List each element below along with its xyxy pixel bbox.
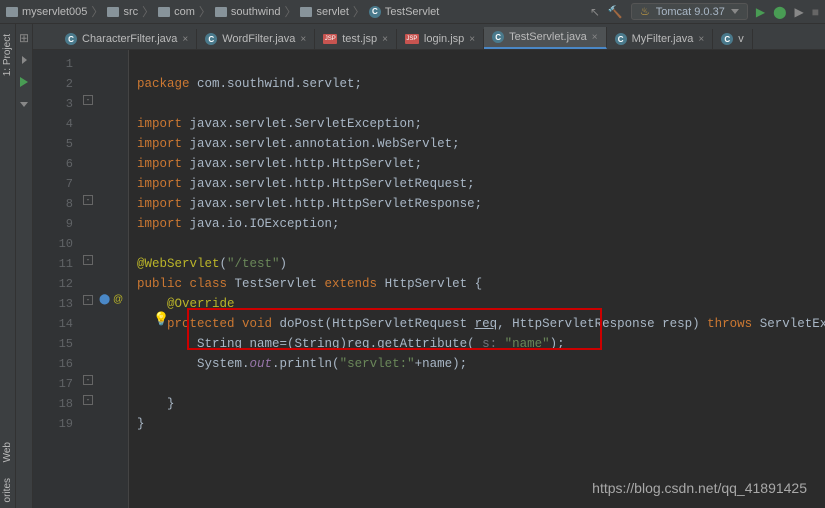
code-content[interactable]: package com.southwind.servlet; import ja… — [129, 50, 825, 508]
favorites-tool-tab[interactable]: orites — [0, 472, 15, 508]
run-icon[interactable]: ▶ — [756, 5, 765, 19]
annotation-gutter-icon: @ — [113, 294, 123, 305]
class-icon: C — [615, 33, 627, 45]
fold-marker[interactable]: - — [83, 295, 93, 305]
folder-icon — [158, 7, 170, 17]
chevron-right-icon: 〉 — [353, 3, 365, 20]
editor-tabs: CCharacterFilter.java× CWordFilter.java×… — [33, 24, 825, 50]
breadcrumb-item[interactable]: myservlet005 — [6, 6, 87, 18]
breadcrumb-item[interactable]: com — [158, 6, 195, 18]
tomcat-icon: ♨ — [640, 5, 650, 18]
watermark: https://blog.csdn.net/qq_41891425 — [592, 480, 807, 496]
override-gutter-icon[interactable]: ⬤ — [99, 294, 110, 305]
breadcrumb-item[interactable]: CTestServlet — [369, 6, 439, 18]
class-icon: C — [205, 33, 217, 45]
fold-marker[interactable]: - — [83, 95, 93, 105]
tab-myfilter[interactable]: CMyFilter.java× — [607, 29, 714, 49]
breadcrumb-item[interactable]: src — [107, 6, 138, 18]
chevron-right-icon: 〉 — [142, 3, 154, 20]
class-icon: C — [369, 6, 381, 18]
tab-wordfilter[interactable]: CWordFilter.java× — [197, 29, 315, 49]
fold-marker[interactable]: - — [83, 375, 93, 385]
jsp-icon: JSP — [323, 34, 337, 44]
close-icon[interactable]: × — [698, 34, 704, 45]
tab-characterfilter[interactable]: CCharacterFilter.java× — [57, 29, 197, 49]
chevron-right-icon: 〉 — [91, 3, 103, 20]
chevron-right-icon: 〉 — [199, 3, 211, 20]
run-gutter-icon[interactable] — [16, 74, 32, 90]
line-number-gutter: 12345678910111213141516171819 — [33, 50, 81, 508]
project-tool-tab[interactable]: 1: Project — [0, 28, 15, 82]
toolbar-right: ↖ 🔨 ♨ Tomcat 9.0.37 ▶ ⬤ ▶ ■ — [590, 3, 819, 20]
class-icon: C — [65, 33, 77, 45]
close-icon[interactable]: × — [300, 34, 306, 45]
breadcrumb-item[interactable]: servlet — [300, 6, 348, 18]
fold-gutter: - - - - - - ⬤ @ — [81, 50, 129, 508]
collapse-tree-icon[interactable] — [16, 52, 32, 68]
tab-testjsp[interactable]: JSPtest.jsp× — [315, 29, 397, 49]
tab-loginjsp[interactable]: JSPlogin.jsp× — [397, 29, 484, 49]
collapse-icon[interactable] — [16, 96, 32, 112]
tab-overflow[interactable]: Cv — [713, 29, 753, 49]
expand-icon[interactable]: ⊞ — [16, 30, 32, 46]
left-tool-strip: 1: Project Web orites — [0, 24, 16, 508]
tab-testservlet[interactable]: CTestServlet.java× — [484, 27, 607, 49]
close-icon[interactable]: × — [382, 34, 388, 45]
run-coverage-icon[interactable]: ▶ — [795, 5, 804, 19]
run-config-selector[interactable]: ♨ Tomcat 9.0.37 — [631, 3, 748, 20]
fold-marker[interactable]: - — [83, 195, 93, 205]
web-tool-tab[interactable]: Web — [0, 436, 15, 468]
fold-marker[interactable]: - — [83, 395, 93, 405]
folder-icon — [6, 7, 18, 17]
folder-icon — [300, 7, 312, 17]
back-icon[interactable]: ↖ — [590, 5, 600, 19]
build-icon[interactable]: 🔨 — [608, 5, 623, 19]
jsp-icon: JSP — [405, 34, 419, 44]
gutter-tool-buttons: ⊞ — [16, 24, 33, 508]
folder-icon — [215, 7, 227, 17]
debug-icon[interactable]: ⬤ — [773, 5, 786, 19]
class-icon: C — [492, 31, 504, 43]
breadcrumb-item[interactable]: southwind — [215, 6, 281, 18]
folder-icon — [107, 7, 119, 17]
breadcrumb: myservlet005 〉 src 〉 com 〉 southwind 〉 s… — [0, 0, 825, 24]
class-icon: C — [721, 33, 733, 45]
intention-bulb-icon[interactable]: 💡 — [153, 310, 169, 330]
close-icon[interactable]: × — [469, 34, 475, 45]
close-icon[interactable]: × — [182, 34, 188, 45]
chevron-down-icon — [731, 9, 739, 14]
editor-body[interactable]: 12345678910111213141516171819 - - - - - … — [33, 50, 825, 508]
chevron-right-icon: 〉 — [284, 3, 296, 20]
run-config-label: Tomcat 9.0.37 — [656, 6, 725, 18]
fold-marker[interactable]: - — [83, 255, 93, 265]
stop-icon[interactable]: ■ — [812, 5, 819, 19]
close-icon[interactable]: × — [592, 32, 598, 43]
editor-area: CCharacterFilter.java× CWordFilter.java×… — [33, 24, 825, 508]
